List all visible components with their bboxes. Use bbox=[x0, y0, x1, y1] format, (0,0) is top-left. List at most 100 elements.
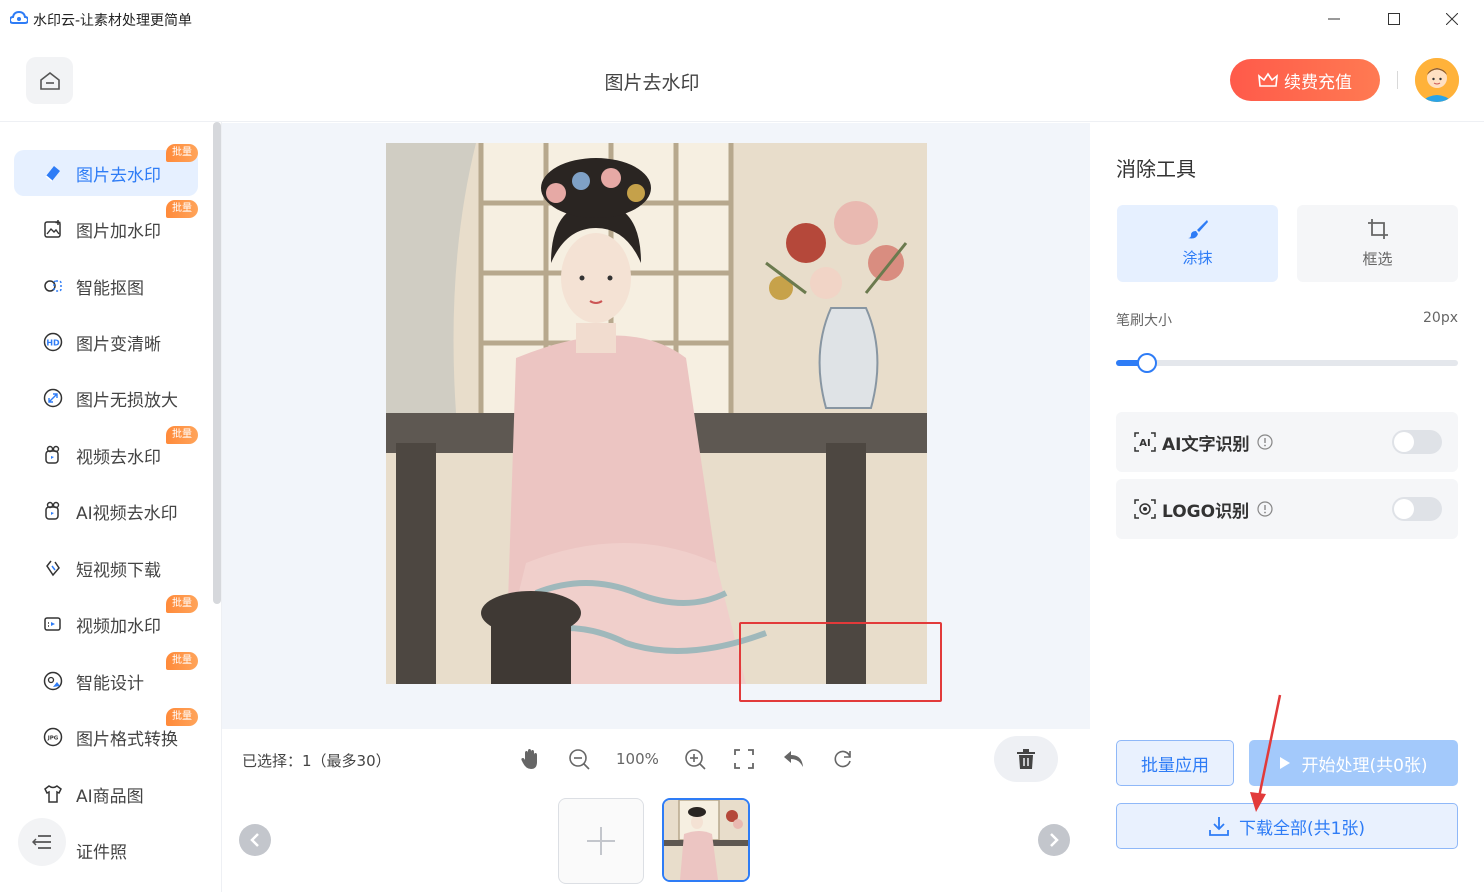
batch-badge: 批量 bbox=[166, 708, 198, 726]
smear-mode-label: 涂抹 bbox=[1182, 249, 1213, 267]
sidebar-item-ai-video-watermark-remove[interactable]: AI视频去水印 bbox=[14, 488, 198, 534]
ai-text-icon: AI bbox=[1134, 432, 1156, 452]
minimize-button[interactable] bbox=[1324, 9, 1344, 29]
fit-screen-button[interactable] bbox=[731, 746, 757, 772]
pan-tool-button[interactable] bbox=[517, 746, 543, 772]
sidebar-item-label: 智能抠图 bbox=[76, 278, 144, 299]
design-icon bbox=[42, 670, 64, 692]
eraser-icon bbox=[42, 162, 64, 184]
sidebar-item-label: AI视频去水印 bbox=[76, 503, 178, 524]
sidebar-item-enhance[interactable]: HD 图片变清晰 bbox=[14, 319, 198, 365]
page-title: 图片去水印 bbox=[604, 72, 700, 94]
svg-text:AI: AI bbox=[1139, 438, 1150, 449]
user-avatar-icon bbox=[1415, 58, 1459, 102]
start-process-label: 开始处理(共0张) bbox=[1301, 755, 1428, 776]
sidebar-item-ai-product-image[interactable]: AI商品图 bbox=[14, 771, 198, 817]
next-button[interactable] bbox=[1038, 824, 1070, 856]
ai-video-icon bbox=[42, 500, 64, 522]
trash-icon bbox=[1017, 749, 1035, 769]
zoom-out-button[interactable] bbox=[566, 746, 592, 772]
canvas-area[interactable] bbox=[222, 123, 1090, 729]
sidebar-scrollbar[interactable] bbox=[213, 122, 221, 604]
annotation-arrow-icon bbox=[1250, 694, 1282, 812]
sidebar: 图片去水印 批量 图片加水印 批量 智能抠图 HD 图片变清晰 图片无损放大 视… bbox=[0, 122, 222, 892]
window-title: 水印云-让素材处理更简单 bbox=[33, 13, 193, 29]
zoom-level: 100% bbox=[616, 750, 659, 768]
reset-button[interactable] bbox=[830, 746, 856, 772]
preview-image[interactable] bbox=[386, 143, 927, 684]
hand-icon bbox=[521, 749, 537, 769]
sidebar-item-label: 短视频下载 bbox=[76, 560, 161, 581]
sidebar-item-upscale[interactable]: 图片无损放大 bbox=[14, 375, 198, 421]
shirt-icon bbox=[42, 783, 64, 805]
selection-box[interactable] bbox=[739, 622, 942, 702]
toggle-knob bbox=[1394, 432, 1414, 452]
cutout-icon bbox=[42, 275, 64, 297]
sidebar-item-label: AI商品图 bbox=[76, 786, 144, 807]
sidebar-item-label: 智能设计 bbox=[76, 673, 144, 694]
sidebar-item-label: 证件照 bbox=[76, 842, 127, 863]
info-icon[interactable] bbox=[1257, 434, 1274, 450]
sidebar-item-label: 视频加水印 bbox=[76, 616, 161, 637]
vip-label: 续费充值 bbox=[1284, 72, 1352, 93]
brush-size-slider[interactable] bbox=[1116, 353, 1458, 373]
brush-icon bbox=[1187, 220, 1208, 239]
undo-icon bbox=[784, 751, 803, 767]
image-add-icon bbox=[42, 218, 64, 240]
sidebar-item-watermark-add[interactable]: 图片加水印 批量 bbox=[14, 200, 198, 252]
sidebar-item-cutout[interactable]: 智能抠图 bbox=[14, 263, 198, 309]
fullscreen-icon bbox=[734, 749, 754, 769]
video-eraser-icon bbox=[42, 444, 64, 466]
crown-icon bbox=[1258, 72, 1278, 87]
logo-label: LOGO识别 bbox=[1162, 501, 1250, 522]
sidebar-item-short-video-download[interactable]: 短视频下载 bbox=[14, 545, 198, 591]
sidebar-item-watermark-remove[interactable]: 图片去水印 批量 bbox=[14, 144, 198, 196]
vip-recharge-button[interactable]: 续费充值 bbox=[1230, 59, 1380, 101]
chevron-left-icon bbox=[250, 833, 259, 847]
sidebar-item-smart-design[interactable]: 智能设计 批量 bbox=[14, 652, 198, 704]
canvas-toolbar: 已选择：1（最多30） 100% bbox=[222, 729, 1090, 789]
link-icon bbox=[42, 557, 64, 579]
menu-collapse-icon bbox=[32, 835, 51, 849]
sidebar-item-format-convert[interactable]: JPG 图片格式转换 批量 bbox=[14, 708, 198, 760]
zoom-out-icon bbox=[569, 749, 590, 770]
collapse-sidebar-button[interactable] bbox=[18, 818, 66, 866]
maximize-button[interactable] bbox=[1384, 9, 1404, 29]
batch-apply-button[interactable]: 批量应用 bbox=[1116, 740, 1234, 786]
add-image-button[interactable] bbox=[558, 798, 644, 884]
batch-badge: 批量 bbox=[166, 595, 198, 613]
svg-text:HD: HD bbox=[46, 339, 60, 348]
logo-toggle[interactable] bbox=[1392, 497, 1442, 521]
avatar[interactable] bbox=[1415, 58, 1459, 102]
delete-button[interactable] bbox=[994, 736, 1058, 782]
smear-mode-button[interactable]: 涂抹 bbox=[1117, 205, 1278, 282]
sidebar-item-video-watermark-remove[interactable]: 视频去水印 批量 bbox=[14, 426, 198, 478]
sidebar-item-label: 图片格式转换 bbox=[76, 729, 178, 750]
box-mode-label: 框选 bbox=[1362, 250, 1393, 268]
ai-text-toggle[interactable] bbox=[1392, 430, 1442, 454]
title-bar: 水印云-让素材处理更简单 bbox=[0, 0, 1484, 38]
slider-knob[interactable] bbox=[1137, 353, 1157, 373]
close-button[interactable] bbox=[1442, 9, 1462, 29]
undo-button[interactable] bbox=[781, 746, 807, 772]
plus-icon bbox=[587, 827, 615, 855]
svg-text:JPG: JPG bbox=[47, 736, 59, 742]
sidebar-item-video-watermark-add[interactable]: 视频加水印 批量 bbox=[14, 595, 198, 647]
image-thumbnail[interactable] bbox=[662, 798, 750, 882]
prev-button[interactable] bbox=[239, 824, 271, 856]
expand-icon bbox=[42, 387, 64, 409]
hd-icon: HD bbox=[42, 331, 64, 353]
toggle-knob bbox=[1394, 499, 1414, 519]
sidebar-item-label: 图片无损放大 bbox=[76, 390, 178, 411]
header: 图片去水印 续费充值 bbox=[0, 38, 1484, 122]
batch-badge: 批量 bbox=[166, 652, 198, 670]
video-add-icon bbox=[42, 613, 64, 635]
box-mode-button[interactable]: 框选 bbox=[1297, 205, 1458, 282]
batch-apply-label: 批量应用 bbox=[1141, 755, 1209, 776]
zoom-in-button[interactable] bbox=[682, 746, 708, 772]
batch-badge: 批量 bbox=[166, 144, 198, 162]
app-logo-icon bbox=[10, 11, 28, 24]
info-icon[interactable] bbox=[1257, 501, 1273, 517]
crop-icon bbox=[1367, 219, 1388, 239]
ai-text-label: AI文字识别 bbox=[1162, 434, 1250, 455]
